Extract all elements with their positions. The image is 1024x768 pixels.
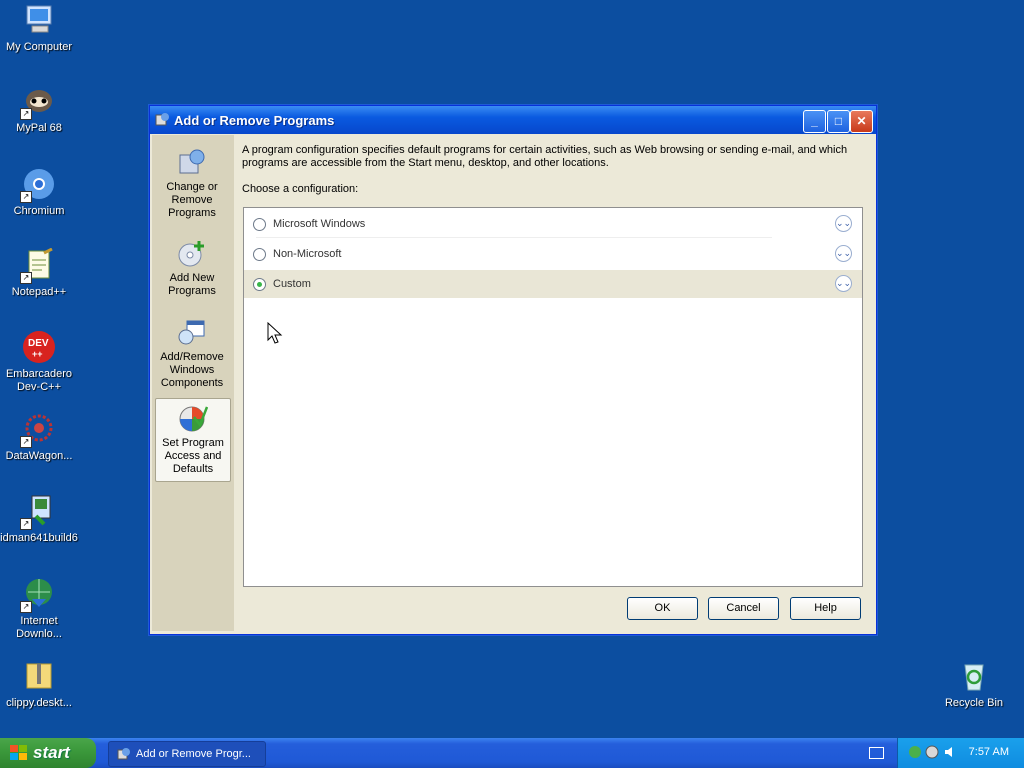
desktop-icon-recycle-bin[interactable]: Recycle Bin [935, 659, 1013, 710]
recycle-bin-icon [957, 659, 991, 693]
taskbar: start Add or Remove Progr... 7:57 AM [0, 738, 1024, 768]
desktop-icon-label: Internet Downlo... [16, 615, 62, 640]
desktop-icon-label: My Computer [5, 41, 73, 53]
desktop-icon-devcpp[interactable]: DEV ++ Embarcadero Dev-C++ [0, 330, 78, 394]
sidebar: Change or Remove Programs Add New Progra… [152, 135, 234, 631]
sidebar-item-label: Add New Programs [168, 272, 216, 297]
radio-button[interactable] [253, 218, 266, 231]
radio-button-selected[interactable] [253, 278, 266, 291]
cancel-button[interactable]: Cancel [708, 597, 779, 620]
network-icon[interactable] [908, 745, 922, 762]
windows-logo-icon [10, 745, 28, 761]
taskbar-button-label: Add or Remove Progr... [136, 748, 251, 760]
program-access-defaults-icon [178, 403, 209, 433]
sidebar-item-program-access[interactable]: Set Program Access and Defaults [155, 398, 231, 482]
config-row-microsoft-windows[interactable]: Microsoft Windows ⌄⌄ [244, 210, 862, 238]
shortcut-arrow-icon: ↗ [20, 518, 32, 530]
choose-configuration-label: Choose a configuration: [242, 183, 359, 195]
zip-folder-icon [22, 659, 56, 693]
clock: 7:57 AM [968, 746, 1009, 758]
config-label: Non-Microsoft [273, 248, 342, 260]
config-label: Custom [273, 278, 311, 290]
desktop-icon-idman[interactable]: ↗ idman641build6 [0, 494, 78, 545]
security-icon[interactable] [925, 745, 939, 762]
desktop-icon-label: DataWagon... [5, 450, 73, 462]
start-button[interactable]: start [0, 738, 96, 768]
desktop-icon-label: Notepad++ [11, 286, 67, 298]
shortcut-arrow-icon: ↗ [20, 108, 32, 120]
shortcut-arrow-icon: ↗ [20, 601, 32, 613]
system-tray: 7:57 AM [897, 738, 1024, 768]
desktop-icon-clippy[interactable]: clippy.deskt... [0, 659, 78, 710]
desktop-icon-chromium[interactable]: ↗ Chromium [0, 167, 78, 218]
row-divider [256, 237, 772, 238]
content-area: A program configuration specifies defaul… [242, 144, 862, 195]
title-bar[interactable]: Add or Remove Programs _ □ ✕ [150, 106, 876, 134]
minimize-button[interactable]: _ [803, 110, 826, 133]
description-text: A program configuration specifies defaul… [242, 144, 848, 169]
sidebar-item-label: Set Program Access and Defaults [162, 437, 224, 475]
sidebar-item-label: Add/Remove Windows Components [160, 351, 224, 389]
devcpp-icon: DEV ++ [22, 330, 56, 364]
programs-icon [155, 112, 170, 127]
desktop-icon-notepadpp[interactable]: ↗ Notepad++ [0, 247, 78, 299]
datawagon-icon: ↗ [20, 412, 56, 448]
shortcut-arrow-icon: ↗ [20, 272, 32, 284]
desktop-icon-label: Recycle Bin [944, 697, 1004, 709]
speaker-icon[interactable] [943, 745, 957, 762]
raccoon-icon: ↗ [20, 84, 56, 120]
sidebar-item-change-remove[interactable]: Change or Remove Programs [155, 143, 229, 223]
chevron-down-icon[interactable]: ⌄⌄ [835, 275, 852, 292]
sidebar-item-label: Change or Remove Programs [166, 181, 218, 219]
radio-dot [257, 282, 262, 287]
svg-text:++: ++ [32, 349, 43, 359]
mouse-cursor-icon [267, 321, 283, 347]
maximize-button[interactable]: □ [827, 110, 850, 133]
chromium-icon: ↗ [20, 167, 56, 203]
installer-icon: ↗ [20, 494, 56, 530]
keyboard-icon[interactable] [869, 747, 884, 759]
desktop-icon-label: Chromium [13, 205, 65, 217]
desktop-icon-my-computer[interactable]: My Computer [0, 3, 78, 54]
computer-icon [22, 3, 56, 37]
desktop-icon-label: idman641build6 [0, 532, 78, 544]
chevron-down-icon[interactable]: ⌄⌄ [835, 215, 852, 232]
notepadpp-icon: ↗ [20, 247, 56, 284]
config-row-non-microsoft[interactable]: Non-Microsoft ⌄⌄ [244, 240, 862, 268]
radio-button[interactable] [253, 248, 266, 261]
change-remove-programs-icon [177, 147, 207, 177]
desktop-icon-mypal[interactable]: ↗ MyPal 68 [0, 84, 78, 135]
sidebar-item-windows-components[interactable]: Add/Remove Windows Components [155, 313, 229, 395]
ok-button[interactable]: OK [627, 597, 698, 620]
windows-components-icon [177, 317, 207, 347]
programs-icon [117, 747, 131, 761]
desktop-icon-label: Embarcadero Dev-C++ [5, 368, 73, 393]
window-title: Add or Remove Programs [174, 113, 335, 128]
help-button[interactable]: Help [790, 597, 861, 620]
globe-download-icon: ↗ [20, 577, 56, 613]
configuration-list: Microsoft Windows ⌄⌄ Non-Microsoft ⌄⌄ Cu… [243, 207, 863, 587]
svg-text:DEV: DEV [28, 338, 49, 349]
desktop-icon-label: clippy.deskt... [6, 697, 72, 709]
desktop-icon-label: MyPal 68 [16, 122, 62, 134]
add-remove-programs-window: Add or Remove Programs _ □ ✕ Change or R… [149, 105, 877, 635]
config-label: Microsoft Windows [273, 218, 366, 230]
taskbar-button-add-remove[interactable]: Add or Remove Progr... [108, 741, 266, 767]
start-label: start [33, 743, 70, 762]
shortcut-arrow-icon: ↗ [20, 436, 32, 448]
add-new-programs-icon [177, 238, 207, 268]
chevron-down-icon[interactable]: ⌄⌄ [835, 245, 852, 262]
desktop-icon-datawagon[interactable]: ↗ DataWagon... [0, 412, 78, 463]
config-row-custom[interactable]: Custom ⌄⌄ [244, 270, 862, 298]
close-button[interactable]: ✕ [850, 110, 873, 133]
sidebar-item-add-new[interactable]: Add New Programs [155, 234, 229, 304]
shortcut-arrow-icon: ↗ [20, 191, 32, 203]
desktop-icon-idm[interactable]: ↗ Internet Downlo... [0, 577, 78, 641]
